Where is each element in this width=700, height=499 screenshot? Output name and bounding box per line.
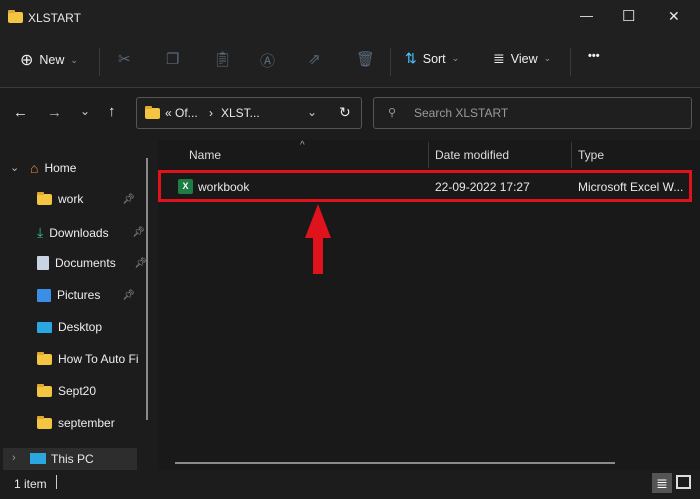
command-bar [0, 36, 700, 88]
file-row-workbook[interactable]: X workbook 22-09-2022 17:27 Microsoft Ex… [158, 170, 692, 202]
excel-file-icon: X [178, 179, 193, 194]
paste-icon[interactable]: 📋︎ [213, 50, 232, 68]
chevron-down-icon: ⌄ [70, 54, 78, 65]
folder-icon [145, 106, 160, 119]
divider [390, 48, 391, 76]
sidebar-item-documents[interactable]: Documents 📌︎ [37, 256, 147, 270]
sidebar-item-work[interactable]: work 📌︎ [37, 191, 147, 206]
address-bar[interactable]: « Of... › XLST... ⌄ ↻ [136, 97, 362, 129]
minimize-button[interactable]: — [580, 8, 593, 23]
column-header-type[interactable]: Type [578, 148, 604, 162]
chevron-down-icon[interactable]: ⌄ [10, 161, 19, 174]
column-header-date[interactable]: Date modified [435, 148, 509, 162]
breadcrumb-xlstart[interactable]: XLST... [221, 106, 260, 120]
rename-icon[interactable]: Ⓐ [260, 50, 275, 71]
divider [56, 475, 57, 489]
maximize-button[interactable]: ☐ [622, 7, 635, 25]
home-icon: ⌂ [30, 160, 39, 176]
pin-icon: 📌︎ [122, 289, 135, 301]
horizontal-scrollbar[interactable] [175, 462, 615, 464]
address-dropdown-icon[interactable]: ⌄ [307, 105, 317, 119]
sidebar-item-sept20[interactable]: Sept20 [37, 383, 147, 398]
sidebar-item-label: This PC [51, 452, 94, 466]
search-icon: ⚲ [388, 107, 397, 119]
recent-locations-button[interactable]: ⌄ [80, 104, 90, 118]
sidebar-item-label: Documents [55, 256, 116, 270]
view-icon: ≣ [493, 50, 505, 66]
sidebar-item-downloads[interactable]: ⤓ Downloads 📌︎ [37, 224, 147, 241]
folder-icon [37, 351, 52, 365]
refresh-icon[interactable]: ↻ [339, 104, 351, 121]
file-date: 22-09-2022 17:27 [435, 180, 530, 194]
forward-button[interactable]: → [47, 104, 62, 121]
copy-icon[interactable]: ❐ [166, 50, 179, 68]
sort-icon: ⇅ [405, 50, 417, 66]
plus-circle-icon: ⊕ [20, 52, 34, 69]
folder-icon [37, 383, 52, 397]
status-bar: 1 item ≣ [0, 470, 700, 499]
breadcrumb-office[interactable]: « Of... [165, 106, 198, 120]
sidebar-item-september[interactable]: september [37, 415, 147, 430]
view-label: View [510, 51, 538, 66]
view-button[interactable]: ≣ View ⌄ [493, 50, 551, 67]
sidebar-item-how-to-auto[interactable]: How To Auto Fi [37, 351, 147, 366]
search-input[interactable]: Search XLSTART [414, 106, 508, 120]
sidebar-item-pictures[interactable]: Pictures 📌︎ [37, 288, 147, 302]
folder-icon [37, 415, 52, 429]
sidebar-item-label: Home [44, 161, 77, 175]
close-button[interactable]: ✕ [668, 8, 680, 25]
column-divider[interactable] [428, 142, 429, 168]
more-options-button[interactable]: ••• [588, 50, 600, 62]
delete-icon[interactable]: 🗑︎ [356, 50, 375, 68]
chevron-down-icon: ⌄ [543, 53, 552, 63]
search-box[interactable]: ⚲ Search XLSTART [373, 97, 692, 129]
breadcrumb-separator: › [209, 106, 213, 120]
desktop-icon [37, 321, 52, 333]
item-count: 1 item [14, 477, 47, 491]
sidebar-item-label: september [58, 416, 115, 430]
details-view-button[interactable]: ≣ [652, 473, 672, 493]
share-icon[interactable]: ⇗ [308, 50, 321, 68]
sidebar-item-label: Pictures [57, 288, 101, 302]
computer-icon [30, 453, 46, 464]
sidebar-item-label: Downloads [49, 225, 109, 240]
sidebar-item-label: work [58, 192, 84, 206]
pin-icon: 📌︎ [122, 193, 135, 205]
file-list: ^ Name Date modified Type X workbook 22-… [158, 140, 700, 470]
navigation-pane: ⌄ ⌂ Home work 📌︎ ⤓ Downloads 📌︎ Documents 📌︎ … [0, 140, 150, 470]
folder-icon [37, 191, 52, 205]
chevron-down-icon: ⌄ [451, 53, 460, 63]
up-button[interactable]: ↑ [108, 103, 116, 120]
file-name: workbook [198, 180, 250, 194]
sidebar-item-label: Sept20 [58, 384, 97, 398]
sidebar-scrollbar[interactable] [146, 158, 148, 420]
cut-icon[interactable]: ✂ [118, 50, 131, 68]
folder-icon [8, 10, 23, 23]
column-header-name[interactable]: Name [189, 148, 221, 162]
sort-ascending-icon: ^ [300, 140, 305, 151]
sort-button[interactable]: ⇅ Sort ⌄ [405, 50, 459, 67]
column-divider[interactable] [571, 142, 572, 168]
title-bar: XLSTART — ☐ ✕ [0, 0, 700, 36]
divider [99, 48, 100, 76]
annotation-arrow-icon [305, 204, 331, 274]
pin-icon: 📌︎ [132, 227, 145, 238]
sidebar-item-label: How To Auto Fi [58, 352, 139, 366]
new-button[interactable]: ⊕ New ⌄ [20, 50, 78, 70]
pictures-icon [37, 288, 51, 302]
sidebar-item-home[interactable]: ⌂ Home [30, 160, 140, 176]
new-label: New [39, 53, 65, 67]
back-button[interactable]: ← [13, 104, 28, 121]
window-title: XLSTART [28, 11, 81, 25]
sidebar-item-this-pc[interactable]: › This PC [3, 448, 137, 470]
chevron-right-icon[interactable]: › [12, 452, 16, 464]
sort-label: Sort [422, 51, 446, 66]
download-icon: ⤓ [37, 224, 44, 240]
sidebar-item-desktop[interactable]: Desktop [37, 320, 147, 334]
document-icon [37, 256, 49, 270]
file-type: Microsoft Excel W... [578, 180, 684, 194]
tiles-view-button[interactable] [676, 475, 691, 489]
divider [570, 48, 571, 76]
sidebar-item-label: Desktop [58, 320, 103, 334]
